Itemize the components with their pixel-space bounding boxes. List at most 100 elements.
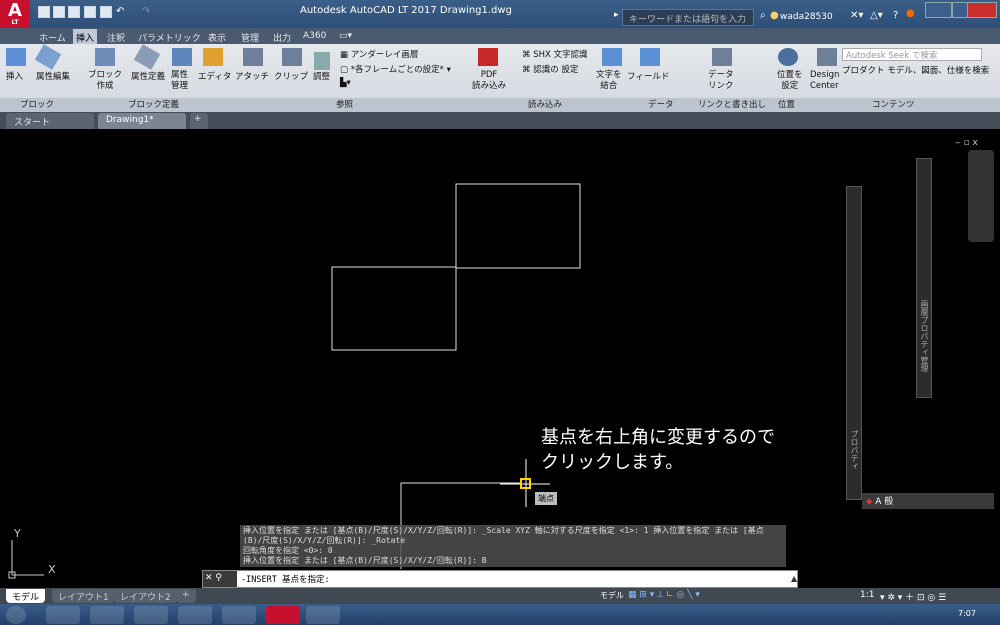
pin-icon: ⬥: [866, 497, 873, 507]
attr-edit-button[interactable]: 属性編集: [36, 70, 70, 82]
editor-button[interactable]: エディタ: [198, 70, 231, 82]
frame-setting-label: *各フレームごとの設定*: [350, 65, 444, 75]
tray-bar[interactable]: ⬥ A 般: [862, 493, 994, 509]
tab-annotate[interactable]: 注釈: [104, 29, 128, 44]
app-menu-button[interactable]: A LT: [0, 0, 30, 28]
tab-more-icon[interactable]: ▭▾: [336, 29, 355, 44]
redo-icon[interactable]: ↷: [142, 6, 154, 18]
tab-parametric[interactable]: パラメトリック: [135, 29, 204, 44]
undo-icon[interactable]: ↶: [116, 6, 128, 18]
binoculars-icon[interactable]: ⌕: [760, 10, 766, 21]
status-model-label[interactable]: モデル: [600, 590, 624, 601]
properties-label: プロパティ: [850, 430, 859, 470]
globe-icon: [778, 48, 798, 66]
command-history: 挿入位置を指定 または [基点(B)/尺度(S)/X/Y/Z/回転(R)]: _…: [240, 525, 786, 567]
tab-drawing1[interactable]: Drawing1*: [98, 113, 186, 129]
tab-output[interactable]: 出力: [270, 29, 294, 44]
insert-button[interactable]: 挿入: [6, 70, 23, 82]
underlay-layer-button[interactable]: ▦ アンダーレイ画層: [340, 48, 418, 60]
navigation-bar[interactable]: [968, 150, 994, 242]
history-line: 回転角度を指定 <0>: 0: [243, 546, 333, 555]
open-icon[interactable]: [53, 6, 65, 18]
tab-a360[interactable]: A360: [300, 29, 329, 44]
alert-icon[interactable]: ●: [906, 8, 915, 19]
tab-view[interactable]: 表示: [205, 29, 229, 44]
autocad-taskbar-icon[interactable]: [266, 606, 300, 624]
panel-block-define[interactable]: ブロック定義: [128, 98, 179, 110]
text-combine-button[interactable]: 文字を 結合: [596, 70, 622, 92]
location-button[interactable]: 位置を 設定: [777, 70, 803, 92]
close-button[interactable]: [967, 2, 997, 18]
add-layout-icon[interactable]: +: [176, 589, 196, 603]
clock[interactable]: 7:07: [958, 609, 976, 618]
viewport-controls-icon[interactable]: ‒ ▫ x: [955, 138, 978, 148]
tab-insert[interactable]: 挿入: [73, 29, 98, 44]
annotation-text: 基点を右上角に変更するので クリックします。: [541, 427, 775, 473]
tab-layout1[interactable]: レイアウト1: [52, 589, 115, 603]
command-line[interactable]: ✕ ⚲ -INSERT 基点を指定: ▲: [202, 570, 798, 588]
network-icon[interactable]: [222, 606, 256, 624]
new-icon[interactable]: [38, 6, 50, 18]
new-tab-icon[interactable]: +: [190, 113, 208, 129]
panel-link-export: リンクと書き出し: [698, 100, 767, 110]
print-icon[interactable]: [100, 6, 112, 18]
history-line: (B)/尺度(S)/X/Y/Z/回転(R)]: _Rotate: [243, 536, 406, 545]
adjust-button[interactable]: 調整: [313, 70, 330, 82]
ie-icon[interactable]: [46, 606, 80, 624]
search-input[interactable]: キーワードまたは語句を入力: [622, 9, 754, 26]
product-models-link[interactable]: プロダクト モデル、図面、仕様を検索: [842, 64, 989, 76]
attr-define-icon: [133, 44, 161, 70]
seek-search-input[interactable]: Autodesk Seek で検索: [842, 48, 982, 61]
data-link-button[interactable]: データ リンク: [708, 70, 734, 92]
saveas-icon[interactable]: [84, 6, 96, 18]
status-settings-icons[interactable]: ▾ ✲ ▾ ＋ ⊡ ◎ ☰: [880, 590, 946, 603]
panel-block[interactable]: ブロック: [20, 98, 54, 110]
design-center-button[interactable]: Design Center: [810, 70, 839, 92]
attach-button[interactable]: アタッチ: [235, 70, 269, 82]
window-title: Autodesk AutoCAD LT 2017 Drawing1.dwg: [300, 5, 512, 16]
insert-icon: [6, 48, 26, 66]
scale-label[interactable]: 1:1: [860, 590, 874, 600]
autocad-window: { "app": {"title": "Autodesk AutoCAD LT …: [0, 0, 1000, 625]
block-create-button[interactable]: ブロック 作成: [88, 70, 122, 92]
explorer-icon[interactable]: [134, 606, 168, 624]
title-bar: A LT ↶ ↷ Autodesk AutoCAD LT 2017 Drawing…: [0, 0, 1000, 28]
square-lower[interactable]: [331, 266, 457, 351]
minimize-button[interactable]: [925, 2, 952, 18]
panel-reference[interactable]: 参照: [336, 98, 353, 110]
status-toggle-icons[interactable]: ▦ ⊞ ▾ ⟂ ∟ ◎ ╲ ▾: [628, 590, 700, 600]
pdf-import-button[interactable]: PDF 読み込み: [472, 70, 506, 92]
command-input[interactable]: -INSERT 基点を指定:: [241, 573, 330, 585]
user-name[interactable]: wada28530: [780, 12, 833, 22]
tab-start[interactable]: スタート: [6, 113, 94, 129]
shx-recognize-button[interactable]: ⌘ SHX 文字認識: [522, 48, 588, 60]
field-button[interactable]: フィールド: [627, 70, 669, 82]
save-icon[interactable]: [68, 6, 80, 18]
clip-button[interactable]: クリップ: [274, 70, 308, 82]
command-history-toggle-icon[interactable]: ▲: [791, 574, 797, 583]
osnap-tooltip: 端点: [535, 492, 557, 505]
chrome-icon[interactable]: [178, 606, 212, 624]
tab-model[interactable]: モデル: [6, 589, 46, 603]
start-icon[interactable]: [6, 606, 26, 624]
tray-text: A 般: [875, 497, 894, 507]
tab-home[interactable]: ホーム: [36, 29, 69, 44]
attr-define-button[interactable]: 属性定義: [131, 70, 165, 82]
tab-layout2[interactable]: レイアウト2: [114, 589, 177, 603]
help-icon[interactable]: ?: [893, 10, 898, 21]
a360-icon[interactable]: △▾: [870, 10, 883, 21]
snap-underlay-icon[interactable]: ▙▾: [340, 78, 351, 88]
panel-import: 読み込み: [528, 100, 563, 110]
logo-sub: LT: [11, 19, 19, 26]
exchange-icon[interactable]: ✕▾: [850, 10, 863, 21]
paint-icon[interactable]: [306, 606, 340, 624]
media-icon[interactable]: [90, 606, 124, 624]
recognize-setting-button[interactable]: ⌘ 認識の 設定: [522, 63, 578, 75]
command-close-icon[interactable]: ✕ ⚲: [203, 571, 237, 587]
frame-setting-dropdown[interactable]: ▢ *各フレームごとの設定* ▾: [340, 63, 451, 75]
square-upper[interactable]: [455, 183, 581, 269]
panel-content: コンテンツ: [872, 100, 915, 110]
ucs-x-label: X: [48, 563, 56, 576]
attr-manage-button[interactable]: 属性 管理: [171, 70, 188, 92]
tab-manage[interactable]: 管理: [238, 29, 262, 44]
